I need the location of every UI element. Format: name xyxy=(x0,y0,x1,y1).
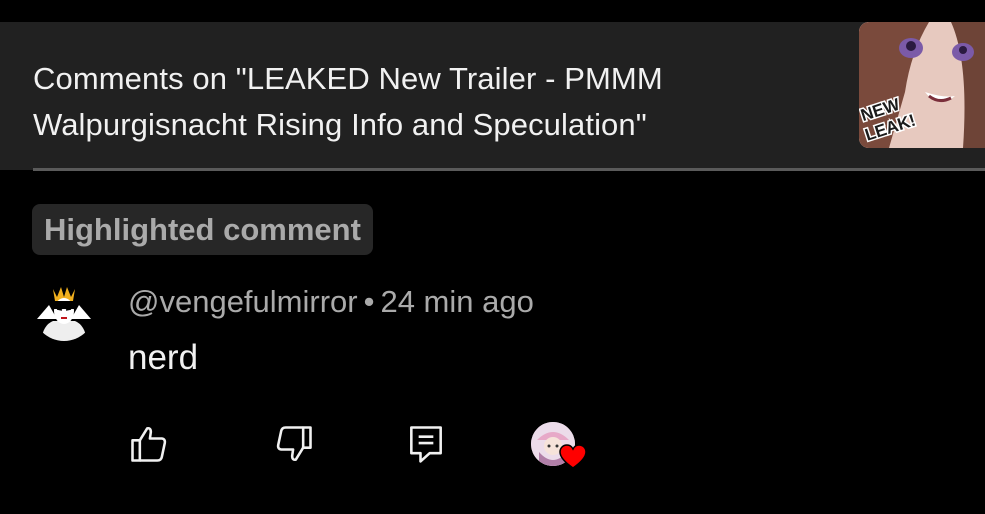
reply-icon xyxy=(410,426,442,463)
comments-header-title: Comments on "LEAKED New Trailer - PMMM W… xyxy=(33,61,663,142)
comment-meta: @vengefulmirror • 24 min ago xyxy=(128,281,534,323)
creator-heart[interactable] xyxy=(531,422,589,472)
evil-queen-avatar-art xyxy=(33,279,95,341)
reply-button[interactable] xyxy=(404,422,448,466)
header-divider xyxy=(33,168,985,171)
new-leak-badge: NEW LEAK! xyxy=(859,93,919,146)
video-thumbnail[interactable]: NEW LEAK! xyxy=(859,22,985,148)
highlighted-comment-chip: Highlighted comment xyxy=(32,204,373,255)
comment-author[interactable]: @vengefulmirror xyxy=(128,284,358,319)
top-strip xyxy=(0,0,985,22)
comments-header: Comments on "LEAKED New Trailer - PMMM W… xyxy=(0,22,985,170)
comment-time[interactable]: 24 min ago xyxy=(380,284,533,319)
meta-separator: • xyxy=(363,284,375,319)
thumbs-up-icon xyxy=(131,426,167,462)
like-button[interactable] xyxy=(127,422,171,466)
heart-icon xyxy=(559,444,587,469)
comment-text: nerd xyxy=(128,338,199,377)
thumbs-down-icon xyxy=(276,426,312,462)
commenter-avatar[interactable] xyxy=(33,279,95,341)
dislike-button[interactable] xyxy=(272,422,316,466)
